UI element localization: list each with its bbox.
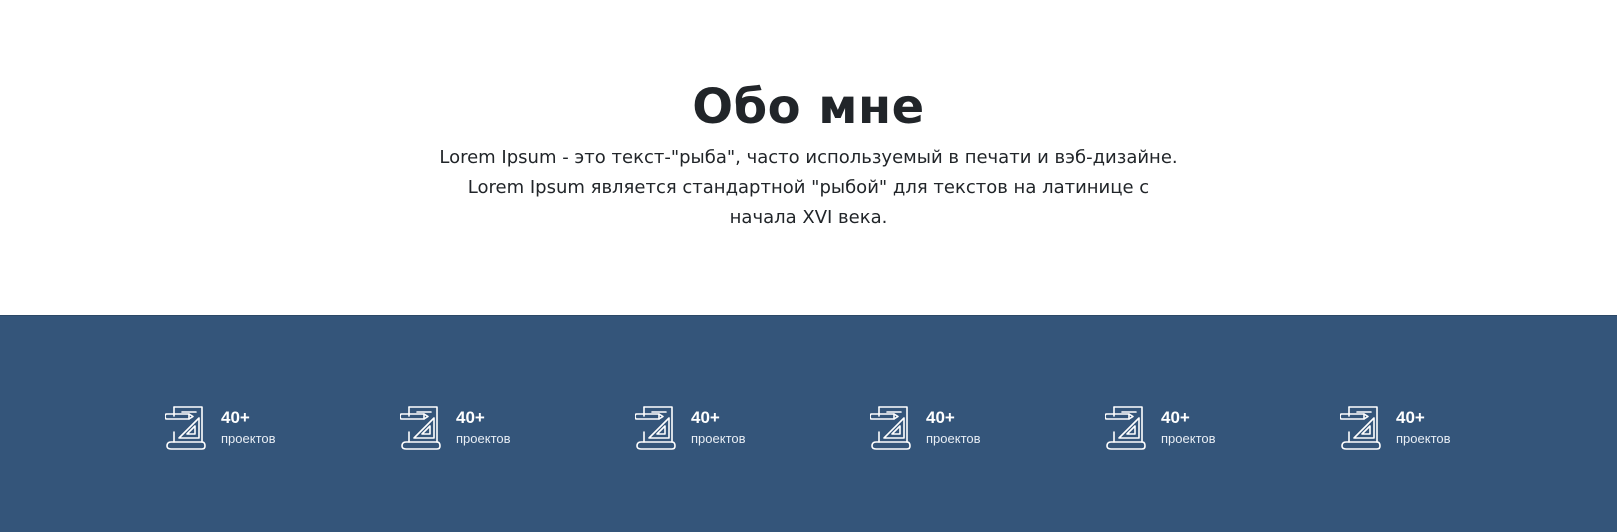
stat-label: проектов: [691, 431, 746, 446]
stat-value: 40+: [691, 408, 720, 427]
stat-label: проектов: [1396, 431, 1451, 446]
about-title: Обо мне: [692, 79, 925, 135]
blueprint-icon: [1105, 406, 1146, 450]
about-description: Lorem Ipsum - это текст-"рыба", часто ис…: [439, 147, 1178, 228]
stat-value: 40+: [1161, 408, 1190, 427]
blueprint-icon: [165, 406, 206, 450]
stat-value: 40+: [926, 408, 955, 427]
stat-value: 40+: [1396, 408, 1425, 427]
stat-label: проектов: [926, 431, 981, 446]
stats-section: 40+ проектов 40+ проектов 40+ проектов 4…: [0, 315, 1617, 532]
about-section: Обо мне Lorem Ipsum - это текст-"рыба", …: [0, 0, 1617, 315]
stat-label: проектов: [221, 431, 276, 446]
blueprint-icon: [1340, 406, 1381, 450]
stat-value: 40+: [456, 408, 485, 427]
blueprint-icon: [870, 406, 911, 450]
stat-label: проектов: [1161, 431, 1216, 446]
stat-value: 40+: [221, 408, 250, 427]
blueprint-icon: [635, 406, 676, 450]
stat-label: проектов: [456, 431, 511, 446]
blueprint-icon: [400, 406, 441, 450]
